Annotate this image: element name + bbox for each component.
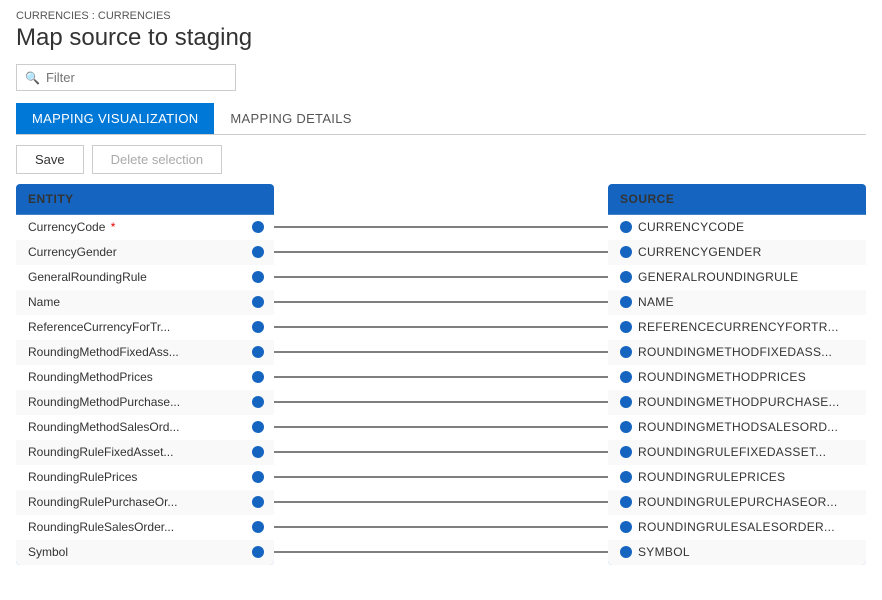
entity-panel-header: ENTITY: [16, 184, 274, 215]
page-container: CURRENCIES : CURRENCIES Map source to st…: [0, 0, 882, 584]
entity-row: RoundingMethodSalesOrd...: [16, 415, 274, 440]
entity-row: RoundingMethodPurchase...: [16, 390, 274, 415]
entity-row: GeneralRoundingRule: [16, 265, 274, 290]
source-rows: CURRENCYCODECURRENCYGENDERGENERALROUNDIN…: [608, 215, 866, 565]
source-dot: [620, 496, 632, 508]
entity-dot: [252, 371, 264, 383]
save-button[interactable]: Save: [16, 145, 84, 174]
connector-lines: [274, 184, 608, 574]
entity-row: Name: [16, 290, 274, 315]
source-row: ROUNDINGMETHODFIXEDASS...: [608, 340, 866, 365]
source-row: ROUNDINGRULEPURCHASEOR...: [608, 490, 866, 515]
entity-rows: CurrencyCode *CurrencyGenderGeneralRound…: [16, 215, 274, 565]
entity-dot: [252, 471, 264, 483]
source-row: ROUNDINGRULEFIXEDASSET...: [608, 440, 866, 465]
entity-dot: [252, 221, 264, 233]
source-row: CURRENCYGENDER: [608, 240, 866, 265]
source-row: ROUNDINGMETHODPRICES: [608, 365, 866, 390]
source-dot: [620, 396, 632, 408]
entity-row: RoundingRuleSalesOrder...: [16, 515, 274, 540]
entity-dot: [252, 521, 264, 533]
entity-row: CurrencyGender: [16, 240, 274, 265]
source-dot: [620, 246, 632, 258]
source-row: ROUNDINGMETHODPURCHASE...: [608, 390, 866, 415]
source-row: ROUNDINGRULESALESORDER...: [608, 515, 866, 540]
entity-panel: ENTITY CurrencyCode *CurrencyGenderGener…: [16, 184, 274, 565]
mapping-visualization: ENTITY CurrencyCode *CurrencyGenderGener…: [16, 184, 866, 574]
entity-dot: [252, 246, 264, 258]
entity-dot: [252, 496, 264, 508]
entity-row: RoundingMethodFixedAss...: [16, 340, 274, 365]
source-row: CURRENCYCODE: [608, 215, 866, 240]
source-dot: [620, 321, 632, 333]
source-row: ROUNDINGRULEPRICES: [608, 465, 866, 490]
source-dot: [620, 371, 632, 383]
entity-dot: [252, 396, 264, 408]
entity-row: RoundingRulePrices: [16, 465, 274, 490]
entity-dot: [252, 546, 264, 558]
tabs-container: MAPPING VISUALIZATION MAPPING DETAILS: [16, 103, 866, 135]
source-row: REFERENCECURRENCYFORTR...: [608, 315, 866, 340]
tab-mapping-details[interactable]: MAPPING DETAILS: [214, 103, 367, 134]
source-panel-header: SOURCE: [608, 184, 866, 215]
breadcrumb: CURRENCIES : CURRENCIES: [16, 10, 866, 22]
entity-row: RoundingMethodPrices: [16, 365, 274, 390]
filter-input[interactable]: [46, 70, 227, 85]
search-icon: 🔍: [25, 71, 40, 85]
toolbar: Save Delete selection: [16, 135, 866, 184]
source-row: SYMBOL: [608, 540, 866, 565]
filter-box: 🔍: [16, 64, 236, 91]
entity-dot: [252, 346, 264, 358]
entity-dot: [252, 321, 264, 333]
tab-mapping-visualization[interactable]: MAPPING VISUALIZATION: [16, 103, 214, 134]
source-dot: [620, 421, 632, 433]
source-dot: [620, 446, 632, 458]
entity-row: ReferenceCurrencyForTr...: [16, 315, 274, 340]
source-row: NAME: [608, 290, 866, 315]
source-panel: SOURCE CURRENCYCODECURRENCYGENDERGENERAL…: [608, 184, 866, 565]
source-dot: [620, 521, 632, 533]
connector-area: [274, 184, 608, 574]
source-row: ROUNDINGMETHODSALESORD...: [608, 415, 866, 440]
entity-row: Symbol: [16, 540, 274, 565]
source-dot: [620, 346, 632, 358]
entity-dot: [252, 421, 264, 433]
source-dot: [620, 296, 632, 308]
entity-row: CurrencyCode *: [16, 215, 274, 240]
source-row: GENERALROUNDINGRULE: [608, 265, 866, 290]
source-dot: [620, 221, 632, 233]
entity-row: RoundingRuleFixedAsset...: [16, 440, 274, 465]
entity-dot: [252, 446, 264, 458]
source-dot: [620, 546, 632, 558]
delete-selection-button[interactable]: Delete selection: [92, 145, 223, 174]
source-dot: [620, 271, 632, 283]
entity-dot: [252, 271, 264, 283]
page-title: Map source to staging: [16, 24, 866, 52]
source-dot: [620, 471, 632, 483]
entity-row: RoundingRulePurchaseOr...: [16, 490, 274, 515]
entity-dot: [252, 296, 264, 308]
